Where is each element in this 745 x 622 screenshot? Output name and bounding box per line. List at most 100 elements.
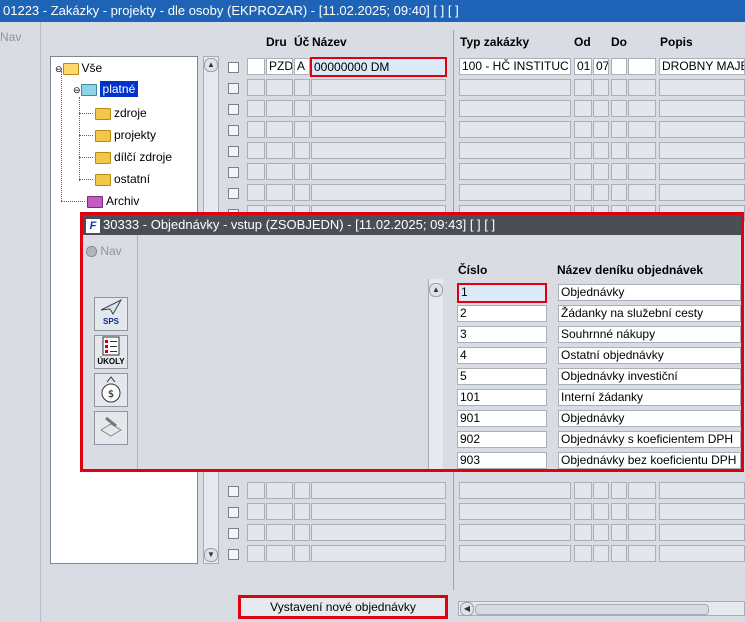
grid-cell[interactable] xyxy=(247,482,265,499)
row-checkbox[interactable] xyxy=(228,528,239,539)
grid-cell[interactable] xyxy=(574,121,592,138)
grid-cell[interactable] xyxy=(266,184,293,201)
cell-typ[interactable]: 100 - HČ INSTITUC xyxy=(459,58,571,75)
dialog-cell-nazev[interactable]: Objednávky investiční xyxy=(558,368,741,385)
collapse-icon[interactable]: ⊖ xyxy=(73,85,81,95)
grid-cell[interactable] xyxy=(611,121,627,138)
grid-cell[interactable] xyxy=(294,163,310,180)
grid-cell[interactable] xyxy=(628,545,656,562)
grid-cell[interactable] xyxy=(574,545,592,562)
grid-cell[interactable] xyxy=(459,184,571,201)
grid-cell[interactable] xyxy=(659,142,745,159)
dialog-cell-cislo[interactable]: 903 xyxy=(457,452,547,469)
grid-cell[interactable] xyxy=(659,545,745,562)
row-checkbox[interactable] xyxy=(228,507,239,518)
dialog-cell-nazev[interactable]: Objednávky bez koeficientu DPH xyxy=(558,452,741,469)
sps-button[interactable]: SPS xyxy=(94,297,128,331)
dialog-cell-nazev[interactable]: Objednávky xyxy=(558,410,741,427)
grid-cell[interactable] xyxy=(574,100,592,117)
cell-nazev[interactable]: 00000000 DM xyxy=(310,57,447,77)
grid-cell[interactable] xyxy=(294,100,310,117)
grid-cell[interactable] xyxy=(459,545,571,562)
cell-blank[interactable] xyxy=(247,58,265,75)
cell-do[interactable]: 07 xyxy=(593,58,609,75)
grid-cell[interactable] xyxy=(459,142,571,159)
grid-cell[interactable] xyxy=(628,524,656,541)
grid-cell[interactable] xyxy=(266,163,293,180)
grid-cell[interactable] xyxy=(611,184,627,201)
grid-cell[interactable] xyxy=(574,482,592,499)
sign-document-button[interactable] xyxy=(94,411,128,445)
dialog-cell-cislo[interactable]: 901 xyxy=(457,410,547,427)
grid-cell[interactable] xyxy=(311,100,446,117)
grid-cell[interactable] xyxy=(611,79,627,96)
grid-cell[interactable] xyxy=(593,142,609,159)
dialog-cell-nazev[interactable]: Souhrnné nákupy xyxy=(558,326,741,343)
create-order-button[interactable]: Vystavení nové objednávky xyxy=(238,595,448,619)
grid-cell[interactable] xyxy=(311,503,446,520)
grid-cell[interactable] xyxy=(311,142,446,159)
grid-cell[interactable] xyxy=(593,482,609,499)
grid-cell[interactable] xyxy=(311,184,446,201)
grid-cell[interactable] xyxy=(266,524,293,541)
grid-cell[interactable] xyxy=(266,503,293,520)
grid-cell[interactable] xyxy=(311,524,446,541)
grid-cell[interactable] xyxy=(459,482,571,499)
scroll-up-icon[interactable]: ▲ xyxy=(204,58,218,72)
dialog-cell-cislo[interactable]: 1 xyxy=(457,283,547,303)
row-checkbox[interactable] xyxy=(228,83,239,94)
cell-blank[interactable] xyxy=(628,58,656,75)
grid-cell[interactable] xyxy=(574,184,592,201)
row-checkbox[interactable] xyxy=(228,486,239,497)
grid-cell[interactable] xyxy=(574,142,592,159)
grid-cell[interactable] xyxy=(628,142,656,159)
nav-label[interactable]: Nav xyxy=(0,30,21,44)
grid-cell[interactable] xyxy=(266,121,293,138)
grid-cell[interactable] xyxy=(659,482,745,499)
row-checkbox[interactable] xyxy=(228,62,239,73)
grid-cell[interactable] xyxy=(628,184,656,201)
grid-cell[interactable] xyxy=(659,100,745,117)
grid-cell[interactable] xyxy=(611,545,627,562)
ukoly-button[interactable]: ÚKOLY xyxy=(94,335,128,369)
grid-cell[interactable] xyxy=(659,503,745,520)
grid-cell[interactable] xyxy=(294,184,310,201)
row-checkbox[interactable] xyxy=(228,188,239,199)
dialog-cell-nazev[interactable]: Ostatní objednávky xyxy=(558,347,741,364)
grid-cell[interactable] xyxy=(311,121,446,138)
dialog-cell-nazev[interactable]: Objednávky xyxy=(558,284,741,301)
dialog-cell-cislo[interactable]: 2 xyxy=(457,305,547,322)
tree-node-zdroje[interactable]: zdroje xyxy=(95,106,147,120)
dialog-cell-nazev[interactable]: Žádanky na služební cesty xyxy=(558,305,741,322)
grid-cell[interactable] xyxy=(247,121,265,138)
grid-cell[interactable] xyxy=(574,79,592,96)
dialog-cell-cislo[interactable]: 101 xyxy=(457,389,547,406)
grid-cell[interactable] xyxy=(574,524,592,541)
dialog-cell-cislo[interactable]: 5 xyxy=(457,368,547,385)
grid-cell[interactable] xyxy=(593,524,609,541)
tree-node-dilci-zdroje[interactable]: dílčí zdroje xyxy=(95,150,172,164)
grid-cell[interactable] xyxy=(266,142,293,159)
grid-cell[interactable] xyxy=(611,524,627,541)
radio-icon[interactable] xyxy=(86,246,97,258)
grid-cell[interactable] xyxy=(574,163,592,180)
cell-blank[interactable] xyxy=(611,58,627,75)
grid-cell[interactable] xyxy=(459,121,571,138)
grid-cell[interactable] xyxy=(247,184,265,201)
tree-node-platne[interactable]: ⊖ platné xyxy=(73,81,139,97)
cell-od[interactable]: 01 xyxy=(574,58,592,75)
grid-cell[interactable] xyxy=(266,482,293,499)
tree-node-root[interactable]: ⊖ Vše xyxy=(55,61,102,75)
dialog-cell-nazev[interactable]: Objednávky s koeficientem DPH xyxy=(558,431,741,448)
row-checkbox[interactable] xyxy=(228,549,239,560)
grid-cell[interactable] xyxy=(294,524,310,541)
grid-cell[interactable] xyxy=(574,503,592,520)
grid-cell[interactable] xyxy=(628,503,656,520)
grid-cell[interactable] xyxy=(593,100,609,117)
grid-cell[interactable] xyxy=(659,163,745,180)
grid-cell[interactable] xyxy=(628,163,656,180)
grid-cell[interactable] xyxy=(247,100,265,117)
grid-cell[interactable] xyxy=(247,142,265,159)
grid-cell[interactable] xyxy=(628,100,656,117)
grid-cell[interactable] xyxy=(628,79,656,96)
